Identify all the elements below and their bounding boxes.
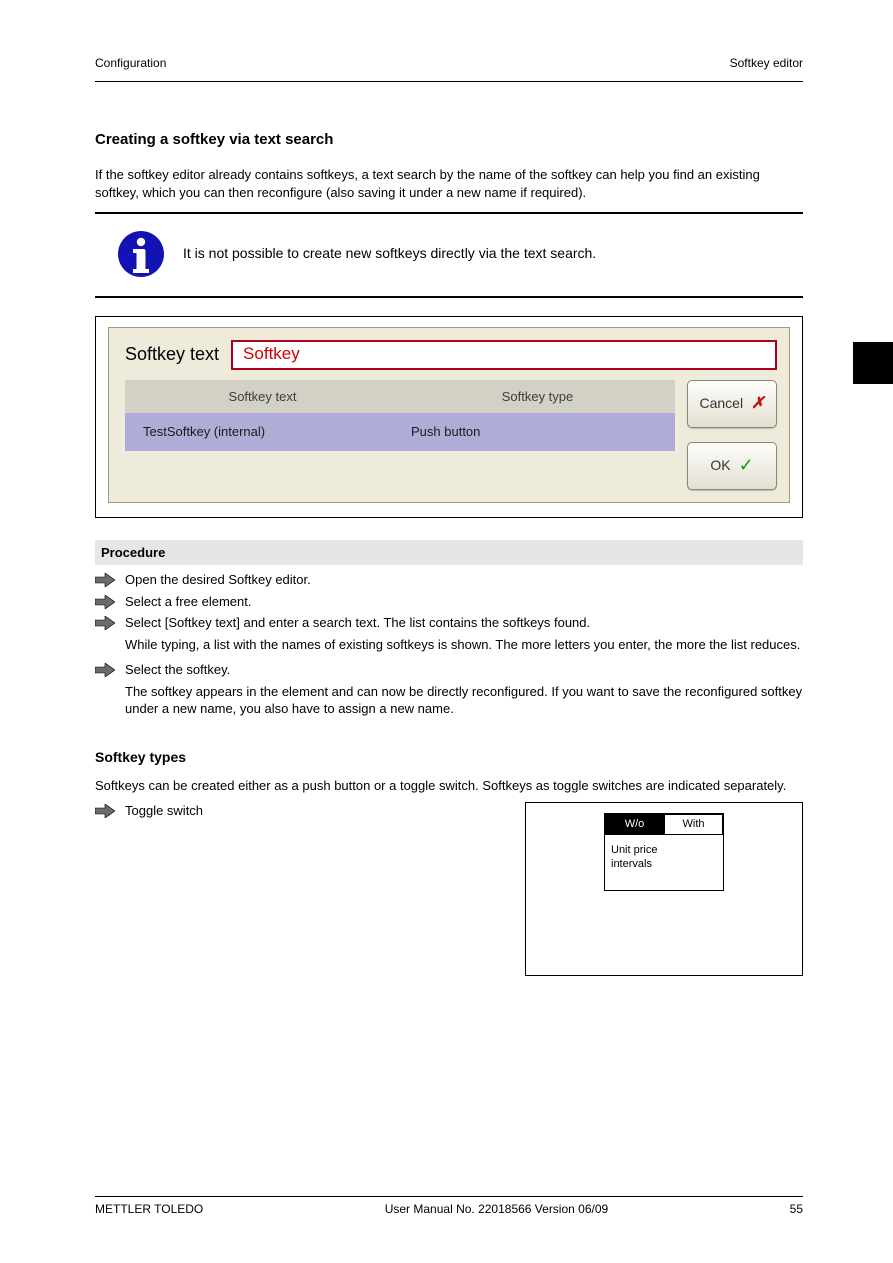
footer-center: User Manual No. 22018566 Version 06/09 <box>385 1201 608 1217</box>
cell-softkey-type: Push button <box>407 423 675 441</box>
info-icon <box>117 230 165 278</box>
info-rule-top <box>95 212 803 214</box>
step-1: Open the desired Softkey editor. <box>125 571 803 589</box>
ok-button[interactable]: OK ✓ <box>687 442 777 490</box>
step-4: Select the softkey. <box>125 661 803 679</box>
page-side-tab <box>853 342 893 384</box>
arrow-icon <box>95 804 115 818</box>
table-header: Softkey text Softkey type <box>125 380 675 414</box>
footer-page: 55 <box>790 1201 803 1217</box>
softkey-text-value: Softkey <box>243 343 300 366</box>
check-icon: ✓ <box>739 453 754 477</box>
softkey-types-heading: Softkey types <box>95 748 803 767</box>
toggle-tab-with[interactable]: With <box>664 814 723 835</box>
info-rule-bottom <box>95 296 803 298</box>
arrow-icon <box>95 663 115 677</box>
toggle-tab-wo[interactable]: W/o <box>605 814 664 835</box>
toggle-switch-label: Toggle switch <box>125 802 511 820</box>
header-left: Configuration <box>95 55 166 71</box>
arrow-icon <box>95 573 115 587</box>
section-title: Creating a softkey via text search <box>95 130 803 150</box>
arrow-icon <box>95 616 115 630</box>
procedure-heading: Procedure <box>95 540 803 566</box>
cancel-label: Cancel <box>700 394 744 413</box>
step-4-note: The softkey appears in the element and c… <box>125 683 803 718</box>
toggle-card: W/o With Unit price intervals <box>604 813 724 890</box>
toggle-body: Unit price intervals <box>605 835 723 890</box>
col-softkey-type: Softkey type <box>400 388 675 406</box>
results-table: Softkey text Softkey type TestSoftkey (i… <box>125 380 675 490</box>
softkey-search-dialog: Softkey text Softkey Softkey text Softke… <box>108 327 790 503</box>
step-3-note: While typing, a list with the names of e… <box>125 636 803 654</box>
close-icon: ✗ <box>751 393 764 415</box>
cancel-button[interactable]: Cancel ✗ <box>687 380 777 428</box>
toggle-body-line1: Unit price <box>611 843 717 857</box>
dialog-field-label: Softkey text <box>125 342 219 366</box>
arrow-icon <box>95 595 115 609</box>
toggle-figure: W/o With Unit price intervals <box>525 802 803 975</box>
dialog-figure: Softkey text Softkey Softkey text Softke… <box>95 316 803 518</box>
footer-rule <box>95 1196 803 1197</box>
softkey-types-text: Softkeys can be created either as a push… <box>95 777 803 795</box>
cell-softkey-text: TestSoftkey (internal) <box>125 423 407 441</box>
info-text: It is not possible to create new softkey… <box>183 244 596 263</box>
table-row[interactable]: TestSoftkey (internal) Push button <box>125 413 675 451</box>
step-2: Select a free element. <box>125 593 803 611</box>
footer-left: METTLER TOLEDO <box>95 1201 203 1217</box>
header-right: Softkey editor <box>730 55 803 71</box>
softkey-text-input[interactable]: Softkey <box>231 340 777 370</box>
step-3: Select [Softkey text] and enter a search… <box>125 614 803 632</box>
ok-label: OK <box>710 456 730 475</box>
toggle-body-line2: intervals <box>611 857 717 871</box>
intro-paragraph: If the softkey editor already contains s… <box>95 166 803 201</box>
col-softkey-text: Softkey text <box>125 388 400 406</box>
header-rule <box>95 81 803 82</box>
